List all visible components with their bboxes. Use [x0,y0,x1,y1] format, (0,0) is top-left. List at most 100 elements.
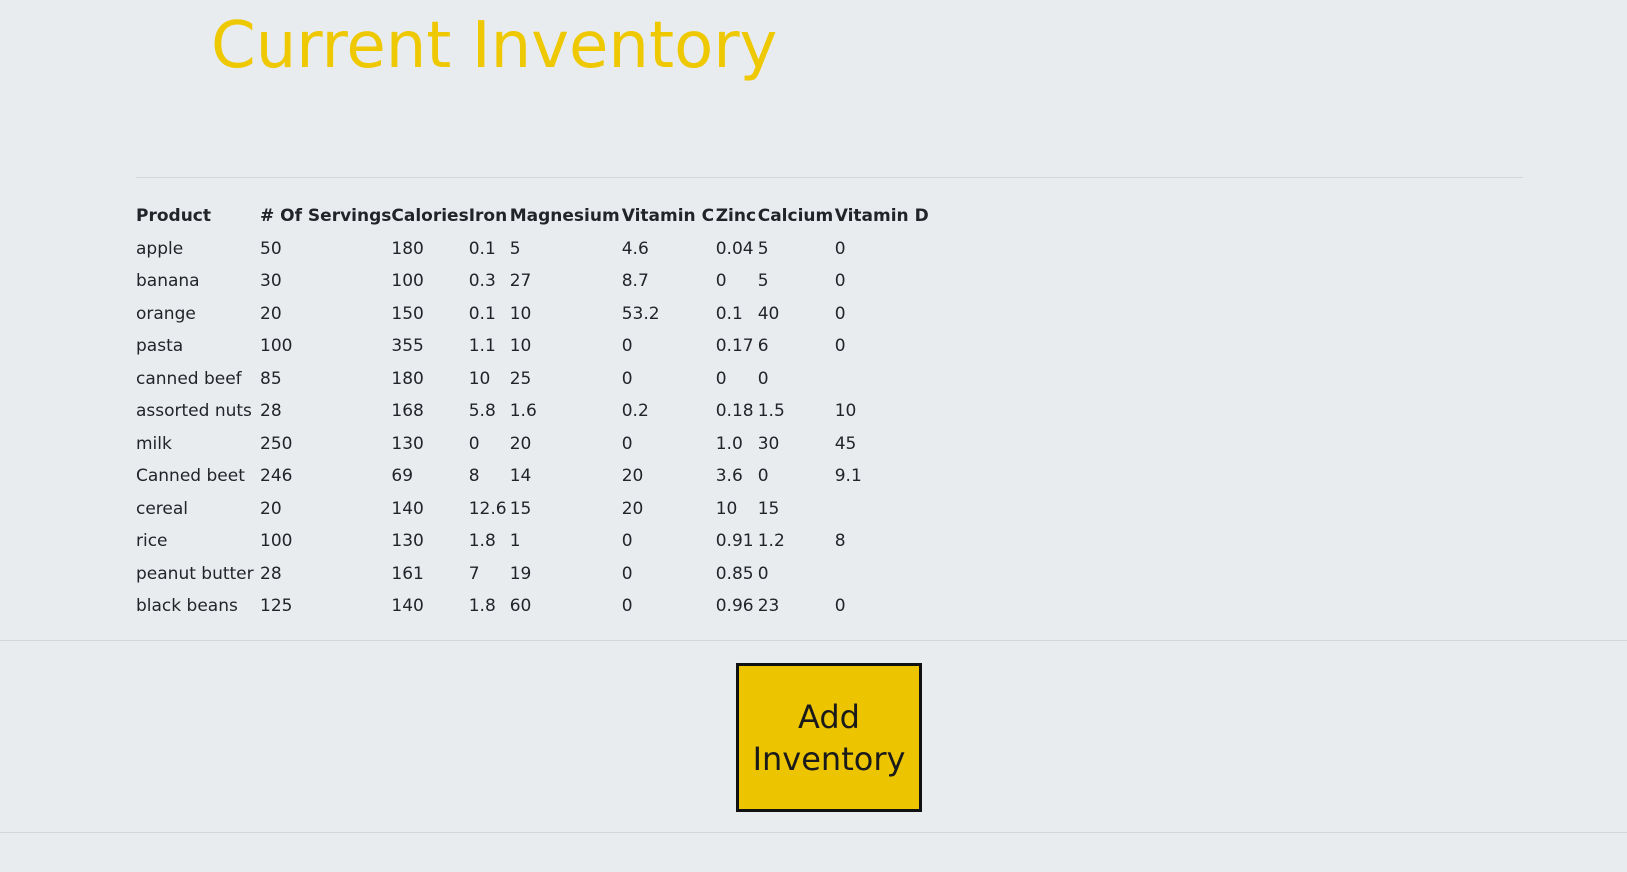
table-row: canned beef 85 180 10 25 0 0 0 [136,363,930,396]
table-row: cereal 20 140 12.6 15 20 10 15 [136,493,930,526]
cell-calories: 140 [391,596,424,616]
cell-magnesium: 60 [509,596,532,616]
cell-magnesium: 20 [509,433,532,454]
cell-calories: 69 [391,466,414,486]
cell-calcium: 1.5 [757,401,785,421]
cell-magnesium: 1.6 [509,401,537,421]
header-vitamin-d: Vitamin D [834,206,929,226]
cell-vitamin-c: 20 [621,498,644,519]
table-row: peanut butter 28 161 7 19 0 0.85 0 [136,558,930,591]
inventory-page: Current Inventory Product # Of Servings … [0,0,1627,872]
cell-zinc: 0 [715,368,727,389]
cell-zinc: 0.96 [715,596,754,616]
header-calcium: Calcium [757,206,834,226]
cell-servings: 125 [260,596,293,616]
divider-bottom [0,832,1627,833]
cell-vitamin-c: 0 [621,433,633,454]
cell-vitamin-d: 0 [834,303,846,324]
cell-product: apple [136,238,184,259]
cell-vitamin-d: 0 [834,271,846,291]
cell-calories: 355 [391,336,424,356]
cell-calcium: 6 [757,336,769,356]
cell-calories: 168 [391,401,424,421]
cell-vitamin-d: 0 [834,336,846,356]
cell-magnesium: 5 [509,238,521,259]
cell-magnesium: 10 [509,336,532,356]
header-product: Product [136,206,211,226]
table-row: Canned beet 246 69 8 14 20 3.6 0 9.1 [136,460,930,493]
cell-magnesium: 14 [509,466,532,486]
cell-calories: 180 [391,368,424,389]
add-inventory-button[interactable]: Add Inventory [736,663,922,812]
cell-servings: 28 [260,563,282,584]
cell-vitamin-c: 20 [621,466,644,486]
cell-vitamin-c: 0 [621,531,633,551]
cell-product: assorted nuts [136,401,252,421]
cell-iron: 0.1 [468,238,496,259]
cell-zinc: 3.6 [715,466,743,486]
cell-iron: 1.8 [468,531,496,551]
cell-servings: 246 [260,466,293,486]
cell-zinc: 0.1 [715,303,743,324]
cell-calcium: 23 [757,596,780,616]
cell-magnesium: 1 [509,531,521,551]
cell-vitamin-d: 8 [834,531,846,551]
cell-servings: 100 [260,531,293,551]
cell-servings: 250 [260,433,293,454]
cell-servings: 28 [260,401,282,421]
cell-product: black beans [136,596,238,616]
cell-calories: 130 [391,433,424,454]
cell-calcium: 5 [757,238,769,259]
cell-magnesium: 27 [509,271,532,291]
cell-servings: 20 [260,498,282,519]
cell-iron: 1.8 [468,596,496,616]
cell-iron: 0.1 [468,303,496,324]
table-header-row: Product # Of Servings Calories Iron Magn… [136,200,930,233]
table-row: black beans 125 140 1.8 60 0 0.96 23 0 [136,590,930,623]
cell-calories: 161 [391,563,424,584]
table-row: rice 100 130 1.8 1 0 0.91 1.2 8 [136,525,930,558]
cell-calories: 140 [391,498,424,519]
cell-magnesium: 10 [509,303,532,324]
cell-vitamin-d [835,558,930,591]
cell-vitamin-d [835,493,930,526]
cell-zinc: 0.04 [715,238,754,259]
cell-calcium: 1.2 [757,531,785,551]
inventory-table-body: apple 50 180 0.1 5 4.6 0.04 5 0 banana 30 100 0.3 27 8… [136,233,930,623]
cell-magnesium: 15 [509,498,532,519]
cell-product: rice [136,531,168,551]
cell-zinc: 10 [715,498,738,519]
cell-calories: 130 [391,531,424,551]
cell-servings: 100 [260,336,293,356]
cell-iron: 10 [468,368,491,389]
cell-zinc: 0 [715,271,727,291]
cell-iron: 0.3 [468,271,496,291]
cell-vitamin-c: 53.2 [621,303,660,324]
cell-magnesium: 25 [509,368,532,389]
table-row: pasta 100 355 1.1 10 0 0.17 6 0 [136,330,930,363]
cell-product: peanut butter [136,563,254,584]
cell-product: pasta [136,336,184,356]
cell-calories: 100 [391,271,424,291]
cell-vitamin-c: 0.2 [621,401,649,421]
cell-calories: 180 [391,238,424,259]
cell-vitamin-d: 0 [834,596,846,616]
cell-vitamin-d [835,363,930,396]
header-iron: Iron [468,206,508,226]
cell-iron: 12.6 [468,498,507,519]
table-row: banana 30 100 0.3 27 8.7 0 5 0 [136,265,930,298]
cell-iron: 1.1 [468,336,496,356]
cell-vitamin-c: 0 [621,336,633,356]
cell-zinc: 0.18 [715,401,754,421]
cell-calories: 150 [391,303,424,324]
cell-product: milk [136,433,172,454]
cell-calcium: 5 [757,271,769,291]
cell-calcium: 30 [757,433,780,454]
cell-vitamin-d: 9.1 [834,466,862,486]
cell-calcium: 0 [757,466,769,486]
header-calories: Calories [391,206,469,226]
cell-calcium: 0 [757,563,769,584]
cell-iron: 0 [468,433,480,454]
cell-iron: 8 [468,466,480,486]
page-title: Current Inventory [211,9,778,83]
